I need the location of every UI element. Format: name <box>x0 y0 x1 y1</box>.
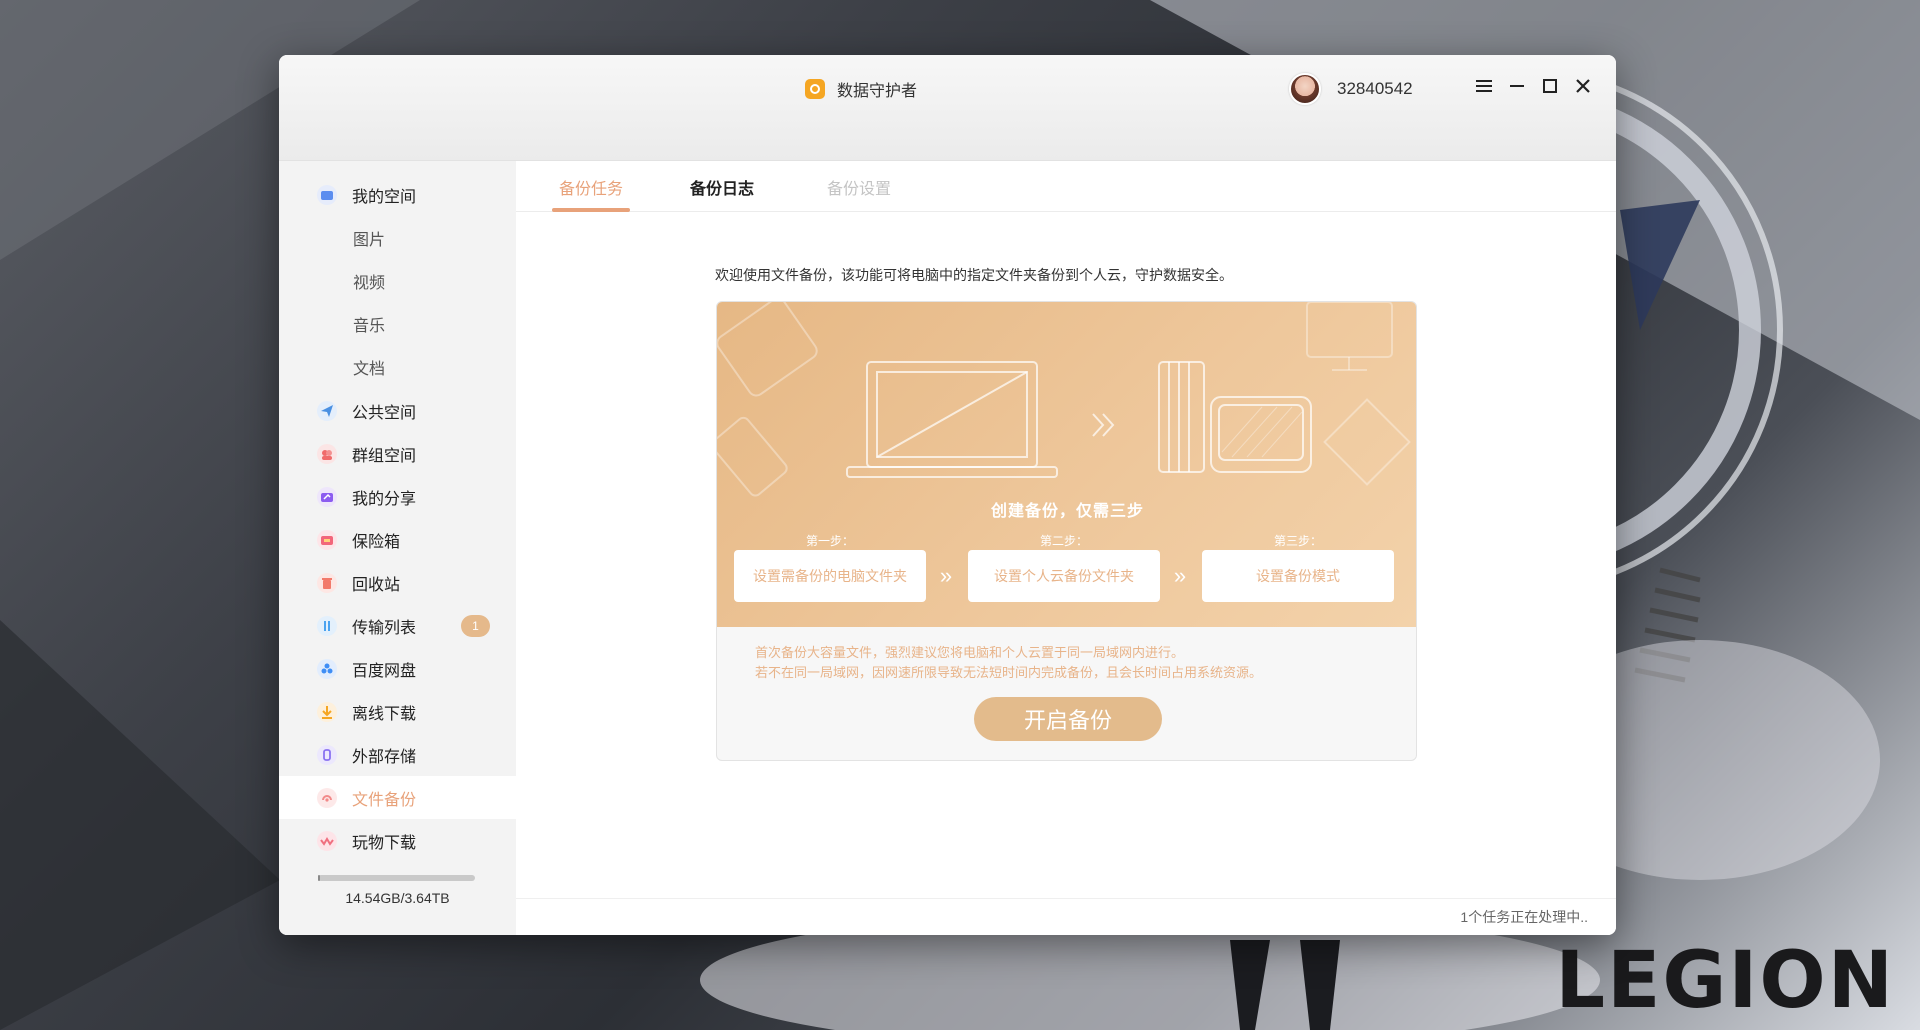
sidebar-item-label: 音乐 <box>353 317 386 335</box>
tab-backup-log[interactable]: 备份日志 <box>689 175 755 212</box>
step-3-label: 第三步： <box>1273 534 1322 548</box>
main-content: 备份任务 备份日志 备份设置 欢迎使用文件备份，该功能可将电脑中的指定文件夹备份… <box>516 161 1616 935</box>
maximize-icon[interactable] <box>1539 75 1560 96</box>
app-title: 数据守护者 <box>805 75 917 103</box>
usb-icon <box>317 744 337 765</box>
transfer-count-badge: 1 <box>461 614 490 637</box>
avatar[interactable] <box>1289 73 1321 105</box>
sidebar-item-my-share[interactable]: 我的分享 <box>279 475 516 518</box>
step-1-label: 第一步： <box>805 534 854 548</box>
sidebar-item-label: 传输列表 <box>352 619 417 637</box>
safe-icon <box>317 529 337 550</box>
task-status-text[interactable]: 1个任务正在处理中.. <box>1460 907 1588 927</box>
sidebar-item-external-storage[interactable]: 外部存储 <box>279 733 516 776</box>
sidebar-item-label: 玩物下载 <box>352 834 417 852</box>
intro-text: 欢迎使用文件备份，该功能可将电脑中的指定文件夹备份到个人云，守护数据安全。 <box>715 267 1233 283</box>
tab-backup-tasks[interactable]: 备份任务 <box>552 175 630 212</box>
menu-icon[interactable] <box>1473 75 1494 96</box>
user-area[interactable]: 32840542 <box>1289 72 1413 106</box>
sidebar-item-public-space[interactable]: 公共空间 <box>279 389 516 432</box>
wave-icon <box>317 830 337 851</box>
double-chevron-right-icon: » <box>939 563 953 588</box>
storage-usage-text: 14.54GB/3.64TB <box>345 890 450 906</box>
tab-backup-settings[interactable]: 备份设置 <box>826 175 892 212</box>
transfer-icon <box>317 615 337 636</box>
sidebar-item-music[interactable]: 音乐 <box>279 302 516 345</box>
legion-logo: LEGION <box>1555 936 1895 1026</box>
storage-usage-fill <box>318 875 320 881</box>
start-backup-button[interactable]: 开启备份 <box>974 697 1162 741</box>
sidebar-item-videos[interactable]: 视频 <box>279 259 516 302</box>
sidebar-item-label: 文档 <box>353 360 386 378</box>
backup-note-line-1: 首次备份大容量文件，强烈建议您将电脑和个人云置于同一局域网内进行。 <box>755 645 1185 660</box>
sidebar-item-pictures[interactable]: 图片 <box>279 216 516 259</box>
close-icon[interactable] <box>1572 75 1593 96</box>
window-controls <box>1473 75 1593 96</box>
sidebar-item-label: 视频 <box>353 274 386 292</box>
tab-label: 备份任务 <box>558 181 623 198</box>
folder-icon <box>317 184 337 205</box>
cloud-icon <box>317 658 337 679</box>
sidebar-item-file-backup[interactable]: 文件备份 <box>279 776 516 819</box>
step-2-label: 第二步： <box>1039 534 1088 548</box>
backup-note-line-2: 若不在同一局域网，因网速所限导致无法短时间内完成备份，且会长时间占用系统资源。 <box>755 665 1263 680</box>
sidebar-item-label: 回收站 <box>352 576 401 594</box>
paper-plane-icon <box>317 400 337 421</box>
sidebar-item-label: 群组空间 <box>352 447 417 465</box>
sidebar-item-label: 图片 <box>353 231 386 249</box>
backup-panel: 创建备份，仅需三步 第一步： 设置需备份的电脑文件夹 » 第二步： 设置个人云备… <box>716 301 1417 761</box>
status-footer: 1个任务正在处理中.. <box>516 898 1616 935</box>
set-cloud-folder-button[interactable]: 设置个人云备份文件夹 <box>968 550 1160 602</box>
sidebar-item-label: 文件备份 <box>352 791 417 809</box>
app-window: 数据守护者 32840542 我的空间 图片 视频 音乐 文档 公共空间 群组空… <box>279 55 1616 935</box>
share-icon <box>317 486 337 507</box>
tab-label: 备份日志 <box>689 181 754 198</box>
hero-title: 创建备份，仅需三步 <box>990 503 1144 520</box>
backup-hero-banner: 创建备份，仅需三步 第一步： 设置需备份的电脑文件夹 » 第二步： 设置个人云备… <box>717 302 1416 627</box>
storage-usage-bar <box>318 875 475 881</box>
sidebar-item-safe-box[interactable]: 保险箱 <box>279 518 516 561</box>
backup-icon <box>317 787 337 808</box>
minimize-icon[interactable] <box>1506 75 1527 96</box>
sidebar-item-label: 百度网盘 <box>352 662 417 680</box>
sidebar-item-label: 我的空间 <box>352 188 417 206</box>
sidebar-item-my-space[interactable]: 我的空间 <box>279 173 516 216</box>
sidebar-item-group-space[interactable]: 群组空间 <box>279 432 516 475</box>
sidebar-item-label: 离线下载 <box>352 705 417 723</box>
sidebar-item-label: 公共空间 <box>352 404 417 422</box>
tab-bar: 备份任务 备份日志 备份设置 <box>516 161 1616 212</box>
sidebar: 我的空间 图片 视频 音乐 文档 公共空间 群组空间 我的分享 保险箱 回收站 … <box>279 161 516 935</box>
double-chevron-right-icon: » <box>1173 563 1187 588</box>
set-source-folder-button[interactable]: 设置需备份的电脑文件夹 <box>734 550 926 602</box>
set-backup-mode-button[interactable]: 设置备份模式 <box>1202 550 1394 602</box>
sidebar-item-label: 保险箱 <box>352 533 401 551</box>
sidebar-item-label: 我的分享 <box>352 490 417 508</box>
tab-label: 备份设置 <box>826 181 891 198</box>
app-logo-icon <box>805 79 825 99</box>
sidebar-item-transfer-list[interactable]: 传输列表 1 <box>279 604 516 647</box>
sidebar-item-baidu-netdisk[interactable]: 百度网盘 <box>279 647 516 690</box>
trash-icon <box>317 572 337 593</box>
sidebar-item-wanwu-download[interactable]: 玩物下载 <box>279 819 516 862</box>
group-icon <box>317 443 337 464</box>
sidebar-item-offline-download[interactable]: 离线下载 <box>279 690 516 733</box>
download-icon <box>317 701 337 722</box>
sidebar-item-label: 外部存储 <box>352 748 417 766</box>
title-bar[interactable]: 数据守护者 32840542 <box>279 55 1616 161</box>
app-title-text: 数据守护者 <box>837 83 918 100</box>
user-id: 32840542 <box>1337 79 1413 98</box>
sidebar-item-recycle-bin[interactable]: 回收站 <box>279 561 516 604</box>
sidebar-item-documents[interactable]: 文档 <box>279 345 516 388</box>
